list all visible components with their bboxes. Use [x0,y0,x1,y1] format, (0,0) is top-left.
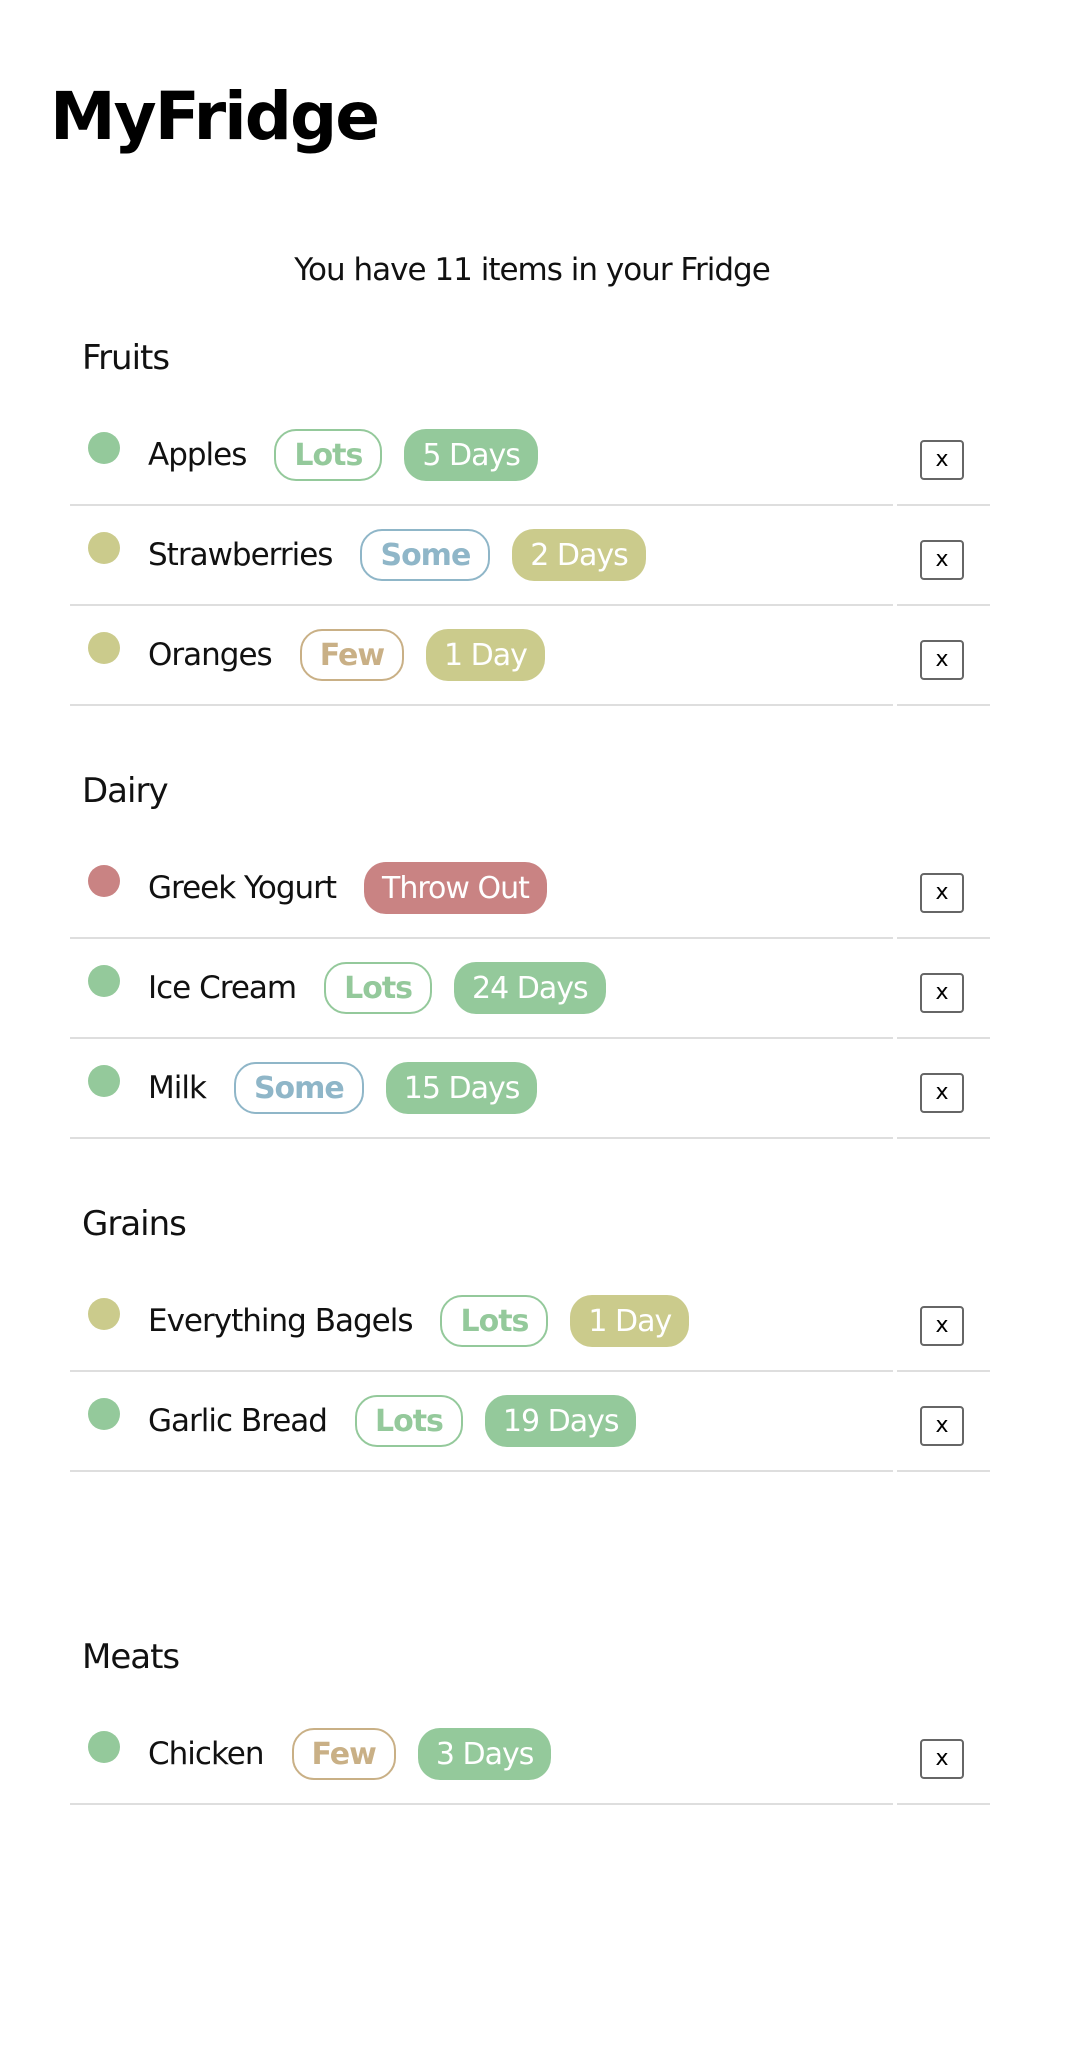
category-title: Meats [82,1637,180,1677]
item-list: Chicken Few 3 Days x [70,1705,990,1805]
quantity-badge: Some [233,1062,364,1114]
freshness-dot [88,1731,120,1763]
item-name: Garlic Bread [148,1403,328,1439]
row-divider [70,1803,893,1805]
expiry-badge: 1 Day [426,629,545,681]
item-name: Apples [148,437,247,473]
quantity-badge: Lots [354,1395,463,1447]
expiry-badge: 2 Days [512,529,646,581]
quantity-badge: Few [291,1728,396,1780]
quantity-badge: Some [360,529,491,581]
freshness-dot [88,632,120,664]
item-row: Strawberries Some 2 Days x [70,506,990,606]
freshness-dot [88,965,120,997]
item-row: Ice Cream Lots 24 Days x [70,939,990,1039]
freshness-dot [88,432,120,464]
row-divider [897,1470,990,1472]
row-divider [70,704,893,706]
expiry-badge: Throw Out [364,862,547,914]
category-list: Fruits Apples Lots 5 Days x Strawberries Some 2… [0,330,1072,2062]
category-fruits: Fruits Apples Lots 5 Days x Strawberries Some 2… [0,330,1072,763]
item-row: Apples Lots 5 Days x [70,406,990,506]
row-divider [897,1137,990,1139]
item-count-summary: You have 11 items in your Fridge [294,252,771,288]
item-name: Everything Bagels [148,1303,413,1339]
category-title: Dairy [82,771,169,811]
category-meats: Meats Chicken Few 3 Days x [0,1629,1072,2062]
item-name: Greek Yogurt [148,870,337,906]
freshness-dot [88,532,120,564]
expiry-badge: 1 Day [570,1295,690,1347]
freshness-dot [88,1065,120,1097]
expiry-badge: 19 Days [484,1395,637,1447]
remove-item-button[interactable]: x [920,540,964,580]
freshness-dot [88,1398,120,1430]
remove-item-button[interactable]: x [920,1406,964,1446]
item-row: Oranges Few 1 Day x [70,606,990,706]
app-title: MyFridge [50,78,380,155]
row-divider [70,1470,893,1472]
category-dairy: Dairy Greek Yogurt Throw Out x Ice Cream Lots… [0,763,1072,1196]
remove-item-button[interactable]: x [920,973,964,1013]
item-row: Greek Yogurt Throw Out x [70,839,990,939]
freshness-dot [88,1298,120,1330]
category-grains: Grains Everything Bagels Lots 1 Day x Garlic … [0,1196,1072,1629]
row-divider [897,1803,990,1805]
remove-item-button[interactable]: x [920,640,964,680]
item-row: Chicken Few 3 Days x [70,1705,990,1805]
row-divider [70,1137,893,1139]
item-name: Milk [148,1070,207,1106]
expiry-badge: 24 Days [454,962,606,1014]
row-divider [897,704,990,706]
expiry-badge: 3 Days [417,1728,552,1780]
item-row: Garlic Bread Lots 19 Days x [70,1372,990,1472]
expiry-badge: 15 Days [385,1062,538,1114]
quantity-badge: Lots [440,1295,549,1347]
item-name: Chicken [148,1736,265,1772]
quantity-badge: Few [299,629,405,681]
item-row: Everything Bagels Lots 1 Day x [70,1272,990,1372]
remove-item-button[interactable]: x [920,873,964,913]
item-name: Oranges [148,637,273,673]
quantity-badge: Lots [324,962,433,1014]
remove-item-button[interactable]: x [920,1073,964,1113]
remove-item-button[interactable]: x [920,440,964,480]
category-title: Fruits [82,338,170,378]
expiry-badge: 5 Days [404,429,538,481]
item-name: Ice Cream [148,970,297,1006]
item-list: Apples Lots 5 Days x Strawberries Some 2 Days x… [70,406,990,706]
item-list: Greek Yogurt Throw Out x Ice Cream Lots 24 Da… [70,839,990,1139]
remove-item-button[interactable]: x [920,1739,964,1779]
freshness-dot [88,865,120,897]
quantity-badge: Lots [274,429,383,481]
category-title: Grains [82,1204,187,1244]
item-row: Milk Some 15 Days x [70,1039,990,1139]
remove-item-button[interactable]: x [920,1306,964,1346]
fridge-page: MyFridge You have 11 items in your Fridg… [0,0,1072,1805]
item-list: Everything Bagels Lots 1 Day x Garlic Bread L… [70,1272,990,1472]
item-name: Strawberries [148,537,333,573]
